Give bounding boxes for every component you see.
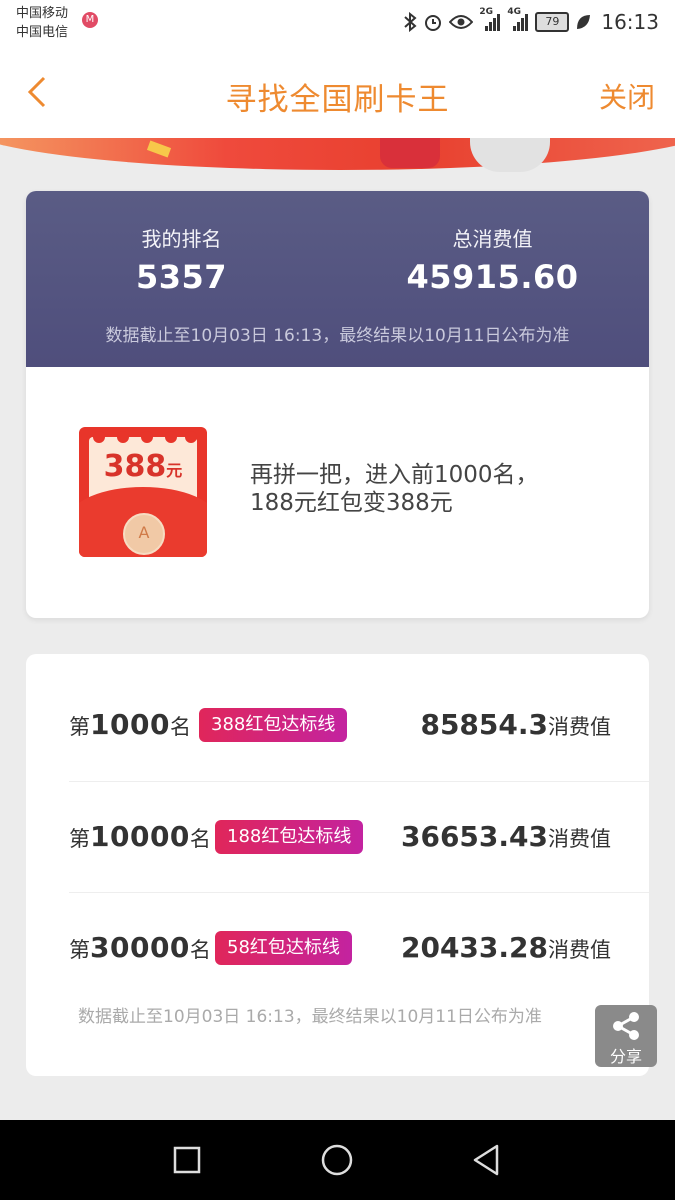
- status-bar: 中国移动 中国电信 M 2G 4G 79 16:13: [0, 0, 675, 52]
- threshold-rank: 第1000名: [69, 708, 191, 741]
- cmcc-logo-icon: M: [82, 12, 98, 28]
- amount-unit: 消费值: [548, 715, 611, 739]
- my-rank-label: 我的排名: [141, 227, 222, 251]
- red-packet-image: 388元 A: [79, 427, 207, 557]
- signal-2-label: 4G: [507, 7, 522, 17]
- threshold-rank: 第10000名: [69, 820, 211, 853]
- threshold-rank: 第30000名: [69, 931, 211, 964]
- promo-text: 再拼一把，进入前1000名， 188元红包变388元: [250, 461, 539, 517]
- promo-line-1: 再拼一把，进入前1000名，: [250, 462, 539, 488]
- threshold-card: 第1000名 388红包达标线 85854.3消费值 第10000名 188红包…: [26, 654, 649, 1076]
- status-icons: 2G 4G 79 16:13: [403, 7, 659, 34]
- amount-unit: 消费值: [548, 938, 611, 962]
- rank-card: 我的排名 5357 总消费值 45915.60 数据截止至10月03日 16:1…: [26, 191, 649, 618]
- alarm-icon: [425, 15, 442, 31]
- signal-1-label: 2G: [479, 7, 494, 17]
- rank-suffix: 名: [189, 827, 211, 851]
- total-spend: 总消费值 45915.60: [337, 223, 648, 296]
- coin-icon: A: [123, 513, 165, 555]
- square-icon: [173, 1146, 201, 1174]
- red-packet-amount: 388元: [79, 449, 207, 484]
- leaf-icon: [577, 15, 591, 29]
- bluetooth-icon: [404, 12, 417, 32]
- my-rank: 我的排名 5357: [26, 223, 337, 296]
- close-button[interactable]: 关闭: [599, 76, 655, 116]
- threshold-row: 第30000名 58红包达标线 20433.28消费值: [69, 892, 649, 1003]
- banner-decoration: [470, 138, 550, 172]
- threshold-tag: 388红包达标线: [199, 708, 348, 742]
- threshold-tag: 58红包达标线: [215, 931, 352, 965]
- triangle-back-icon: [473, 1144, 499, 1176]
- threshold-amount: 85854.3消费值: [420, 708, 611, 741]
- rank-prefix: 第: [69, 827, 90, 851]
- battery-icon: 79: [535, 12, 570, 32]
- share-label: 分享: [609, 1047, 642, 1066]
- promo-line-2: 188元红包变388元: [250, 490, 453, 516]
- rank-number: 10000: [90, 820, 190, 853]
- banner-strip: [0, 138, 675, 174]
- rank-number: 30000: [90, 931, 190, 964]
- amount-unit: 消费值: [548, 827, 611, 851]
- page-title: 寻找全国刷卡王: [225, 82, 450, 118]
- amount-value: 36653.43: [400, 820, 548, 853]
- rank-suffix: 名: [169, 715, 191, 739]
- rank-suffix: 名: [189, 938, 211, 962]
- banner-decoration: [380, 138, 440, 168]
- threshold-amount: 20433.28消费值: [401, 931, 611, 964]
- eye-icon: [449, 15, 474, 29]
- threshold-tag: 188红包达标线: [215, 820, 364, 854]
- threshold-row: 第10000名 188红包达标线 36653.43消费值: [69, 781, 649, 892]
- rank-number: 1000: [90, 708, 170, 741]
- red-packet-unit: 元: [166, 461, 183, 480]
- signal-1-icon: 2G: [479, 7, 501, 31]
- system-back-button[interactable]: [467, 1140, 507, 1180]
- rank-prefix: 第: [69, 938, 90, 962]
- my-rank-value: 5357: [135, 258, 228, 296]
- carrier-info: 中国移动 中国电信: [16, 4, 68, 42]
- total-spend-value: 45915.60: [406, 258, 579, 296]
- home-button[interactable]: [317, 1140, 357, 1180]
- share-icon: [613, 1012, 639, 1040]
- threshold-amount: 36653.43消费值: [401, 820, 611, 853]
- banner-background: [0, 138, 675, 170]
- rank-prefix: 第: [69, 715, 90, 739]
- data-cutoff-note: 数据截止至10月03日 16:13，最终结果以10月11日公布为准: [78, 1007, 542, 1027]
- data-cutoff-note: 数据截止至10月03日 16:13，最终结果以10月11日公布为准: [105, 326, 570, 346]
- amount-value: 85854.3: [420, 708, 548, 741]
- circle-icon: [321, 1144, 353, 1176]
- rank-summary: 我的排名 5357 总消费值 45915.60 数据截止至10月03日 16:1…: [26, 191, 649, 367]
- signal-2-icon: 4G: [507, 7, 529, 31]
- carrier-2: 中国电信: [16, 25, 69, 40]
- navigation-bar: [0, 1120, 675, 1200]
- recents-button[interactable]: [167, 1140, 207, 1180]
- threshold-row: 第1000名 388红包达标线 85854.3消费值: [69, 670, 649, 780]
- share-button[interactable]: 分享: [595, 1005, 657, 1067]
- carrier-1: 中国移动: [16, 6, 69, 21]
- total-spend-label: 总消费值: [452, 227, 533, 251]
- clock: 16:13: [601, 10, 659, 34]
- amount-value: 20433.28: [400, 931, 548, 964]
- title-bar: 寻找全国刷卡王 关闭: [0, 52, 675, 138]
- red-packet-amount-value: 388: [103, 449, 167, 484]
